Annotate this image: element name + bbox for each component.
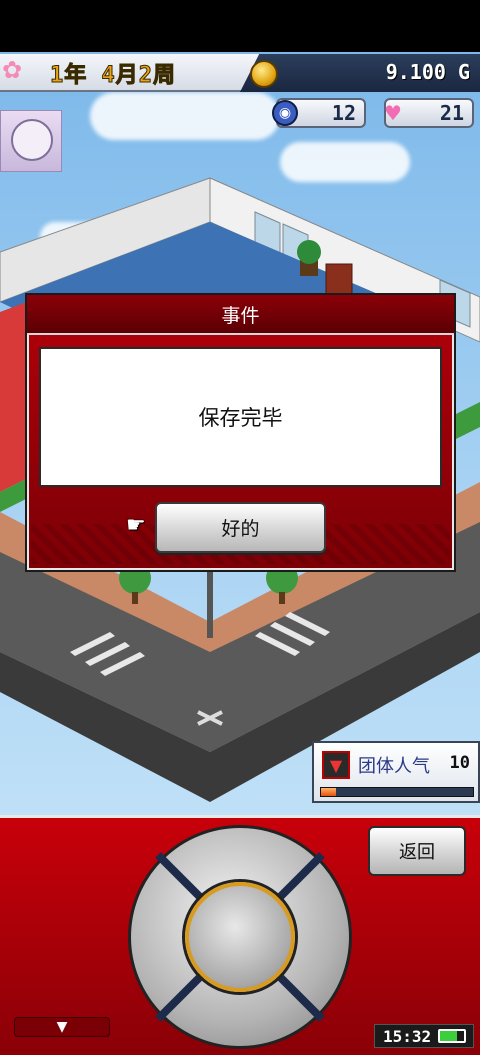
clock-time: 15:32	[383, 1026, 432, 1046]
mascot-face	[11, 119, 53, 161]
cherry-blossom-icon: ✿	[2, 56, 23, 84]
ok-button[interactable]: 好的	[155, 502, 326, 553]
heart-icon: ♥	[384, 101, 402, 125]
year-label: 1年	[49, 63, 88, 89]
gold-coin-icon	[250, 60, 278, 88]
menu-toggle-button[interactable]: ▼	[14, 1017, 110, 1037]
dpad-center-button[interactable]	[185, 882, 295, 992]
blue-mask-icon: ◉	[272, 100, 298, 126]
team-emblem-icon: ▼	[322, 751, 350, 779]
popularity-value: 10	[449, 753, 470, 773]
plant	[297, 240, 321, 264]
popularity-bar	[320, 787, 474, 797]
battery-fill	[440, 1031, 457, 1041]
pointing-hand-icon: ☛	[126, 513, 146, 538]
battery-icon	[438, 1029, 466, 1043]
stat-heart-value: 21	[439, 101, 464, 125]
month-week-label: 4月2周	[101, 63, 176, 89]
stat-blue-value: 12	[331, 101, 356, 125]
money-value: 9.100 G	[385, 60, 470, 84]
status-bar	[0, 0, 480, 52]
popularity-panel: ▼ 团体人气 10	[312, 741, 480, 803]
date-display: 1年 4月2周	[49, 58, 176, 89]
stat-blue: ◉ 12	[272, 98, 366, 128]
mascot-avatar[interactable]	[0, 110, 62, 172]
popularity-label: 团体人气	[358, 756, 430, 777]
dialog-title: 事件	[27, 295, 454, 335]
bookshelf	[325, 263, 353, 295]
dialog-message: 保存完毕	[39, 347, 442, 487]
back-button[interactable]: 返回	[368, 826, 466, 876]
stat-heart: ♥ 21	[384, 98, 474, 128]
popularity-bar-fill	[321, 788, 337, 796]
chevron-down-icon: ▼	[56, 1019, 68, 1035]
